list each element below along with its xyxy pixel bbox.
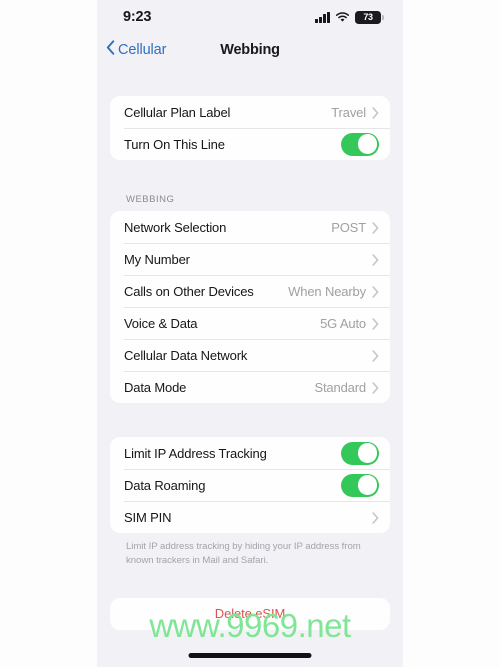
row-value: Travel: [331, 104, 366, 120]
row-label: Limit IP Address Tracking: [124, 445, 267, 461]
row-value: POST: [331, 219, 366, 235]
chevron-left-icon: [106, 40, 115, 60]
row-value: Standard: [314, 379, 366, 395]
status-bar-indicators: 73: [315, 10, 384, 24]
privacy-footnote: Limit IP address tracking by hiding your…: [126, 541, 361, 566]
row-cellular-plan-label[interactable]: Cellular Plan Label Travel: [110, 96, 390, 128]
row-label: Turn On This Line: [124, 136, 225, 152]
row-limit-ip-address-tracking[interactable]: Limit IP Address Tracking: [110, 437, 390, 469]
settings-group-plan: Cellular Plan Label Travel Turn On This …: [110, 96, 390, 160]
row-label: Cellular Plan Label: [124, 104, 231, 120]
row-data-mode[interactable]: Data Mode Standard: [110, 371, 390, 403]
settings-group-delete: Delete eSIM: [110, 597, 390, 630]
battery-icon: 73: [355, 10, 384, 24]
wifi-icon: [335, 11, 350, 23]
row-label: My Number: [124, 251, 190, 267]
toggle-turn-on-this-line[interactable]: [341, 132, 379, 156]
home-indicator[interactable]: [188, 653, 312, 658]
navigation-bar: Cellular Webbing: [97, 34, 403, 66]
signal-bars-icon: [315, 11, 330, 23]
group-header-webbing: WEBBING: [126, 194, 175, 205]
row-value: When Nearby: [288, 283, 366, 299]
row-my-number[interactable]: My Number: [110, 243, 390, 275]
row-label: Data Roaming: [124, 477, 206, 493]
chevron-right-icon: [372, 349, 379, 362]
status-bar: 9:23 73: [97, 0, 403, 34]
row-label: SIM PIN: [124, 509, 172, 525]
row-label: Calls on Other Devices: [124, 283, 254, 299]
toggle-knob: [357, 475, 378, 495]
row-data-roaming[interactable]: Data Roaming: [110, 469, 390, 501]
delete-esim-button[interactable]: Delete eSIM: [110, 598, 390, 630]
chevron-right-icon: [372, 381, 379, 394]
chevron-right-icon: [372, 285, 379, 298]
chevron-right-icon: [372, 317, 379, 330]
chevron-right-icon: [372, 106, 379, 119]
row-label: Voice & Data: [124, 315, 198, 331]
row-label: Data Mode: [124, 379, 187, 395]
toggle-knob: [357, 443, 378, 463]
row-value: 5G Auto: [320, 315, 366, 331]
toggle-limit-ip-address-tracking[interactable]: [341, 441, 379, 465]
row-label: Network Selection: [124, 219, 227, 235]
toggle-data-roaming[interactable]: [341, 473, 379, 497]
back-button[interactable]: Cellular: [97, 40, 166, 60]
chevron-right-icon: [372, 253, 379, 266]
back-button-label: Cellular: [118, 42, 167, 58]
battery-level-label: 73: [363, 11, 373, 22]
row-voice-and-data[interactable]: Voice & Data 5G Auto: [110, 307, 390, 339]
status-bar-time: 9:23: [123, 9, 152, 25]
toggle-knob: [357, 134, 378, 154]
row-turn-on-this-line[interactable]: Turn On This Line: [110, 128, 390, 160]
settings-group-privacy: Limit IP Address Tracking Data Roaming S…: [110, 437, 390, 533]
row-label: Cellular Data Network: [124, 347, 248, 363]
settings-group-webbing: Network Selection POST My Number Calls o…: [110, 211, 390, 403]
row-sim-pin[interactable]: SIM PIN: [110, 501, 390, 533]
iphone-screen: 9:23 73 Cellular Webbing Cellular Plan L…: [97, 0, 403, 667]
row-cellular-data-network[interactable]: Cellular Data Network: [110, 339, 390, 371]
settings-list: Cellular Plan Label Travel Turn On This …: [97, 66, 403, 630]
chevron-right-icon: [372, 511, 379, 524]
row-network-selection[interactable]: Network Selection POST: [110, 211, 390, 243]
row-calls-on-other-devices[interactable]: Calls on Other Devices When Nearby: [110, 275, 390, 307]
chevron-right-icon: [372, 221, 379, 234]
